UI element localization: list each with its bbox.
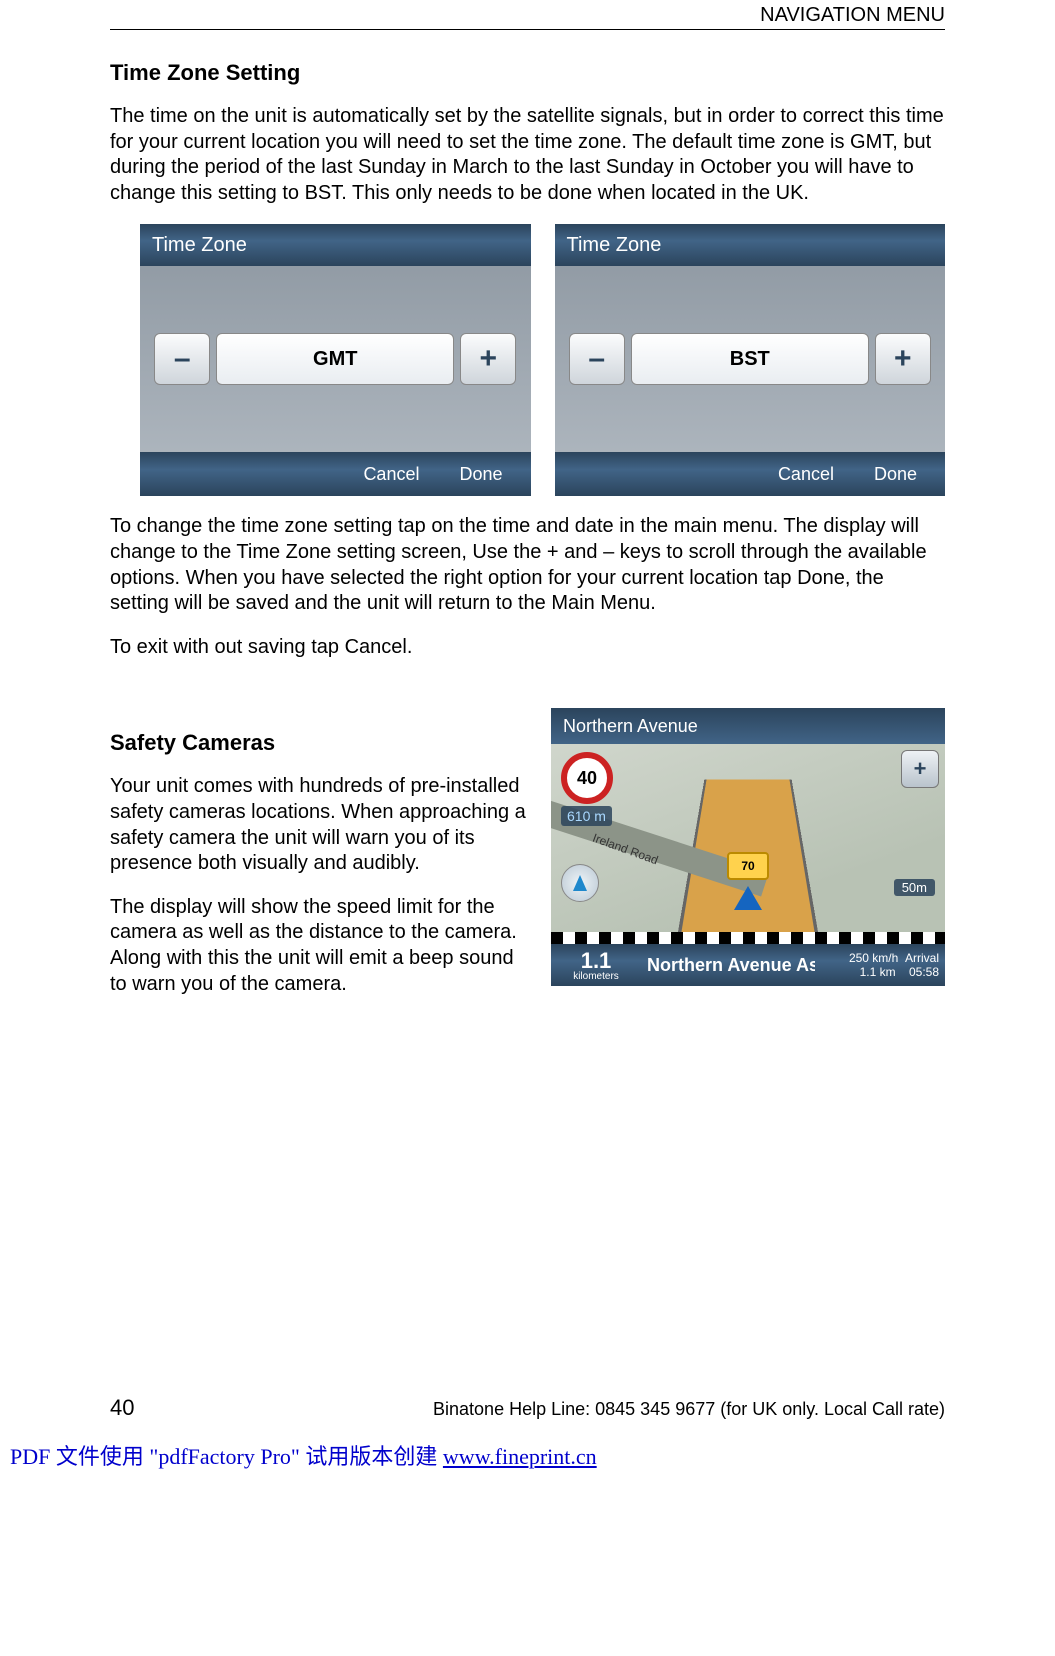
safety-para-1: Your unit comes with hundreds of pre-ins… <box>110 774 533 876</box>
timezone-value: BST <box>631 333 869 385</box>
timezone-para-1: The time on the unit is automatically se… <box>110 104 945 206</box>
zoom-in-button[interactable]: + <box>901 750 939 788</box>
trip-stats: 250 km/h Arrival 1.1 km 05:58 <box>815 951 945 980</box>
minus-button[interactable]: – <box>154 333 210 385</box>
done-button[interactable]: Done <box>874 464 917 485</box>
pdf-watermark: PDF 文件使用 "pdfFactory Pro" 试用版本创建 www.fin… <box>10 1439 945 1471</box>
plus-button[interactable]: + <box>875 333 931 385</box>
nav-map: Ireland Road 40 610 m + 70 50m <box>551 744 945 944</box>
timezone-para-2: To change the time zone setting tap on t… <box>110 514 945 616</box>
pdf-watermark-link[interactable]: www.fineprint.cn <box>443 1444 597 1469</box>
helpline-text: Binatone Help Line: 0845 345 9677 (for U… <box>433 1399 945 1420</box>
plus-button[interactable]: + <box>460 333 516 385</box>
section-title-timezone: Time Zone Setting <box>110 60 945 86</box>
compass-icon[interactable] <box>561 864 599 902</box>
timezone-screenshots: Time Zone – GMT + Cancel Done Time Zone … <box>140 224 945 496</box>
timezone-screen-bst: Time Zone – BST + Cancel Done <box>555 224 946 496</box>
timezone-para-3: To exit with out saving tap Cancel. <box>110 635 945 661</box>
page-footer: 40 Binatone Help Line: 0845 345 9677 (fo… <box>110 1395 945 1421</box>
camera-distance-badge: 610 m <box>561 806 612 826</box>
timezone-value: GMT <box>216 333 454 385</box>
safety-para-2: The display will show the speed limit fo… <box>110 895 533 997</box>
distance-bar <box>551 932 945 944</box>
minus-button[interactable]: – <box>569 333 625 385</box>
done-button[interactable]: Done <box>459 464 502 485</box>
speed-limit-sign: 40 <box>561 752 613 804</box>
scale-bar: 50m <box>894 879 935 896</box>
nav-bottom-bar: 1.1 kilometers Northern Avenue Ash... 25… <box>551 944 945 986</box>
cancel-button[interactable]: Cancel <box>363 464 419 485</box>
tz-header: Time Zone <box>555 224 946 266</box>
tz-header: Time Zone <box>140 224 531 266</box>
current-street: Northern Avenue Ash... <box>641 955 815 976</box>
running-head: NAVIGATION MENU <box>110 0 945 30</box>
camera-marker: 70 <box>727 852 769 880</box>
next-turn-distance: 1.1 kilometers <box>551 949 641 983</box>
cancel-button[interactable]: Cancel <box>778 464 834 485</box>
navigation-screen: Northern Avenue Ireland Road 40 610 m + … <box>551 708 945 986</box>
section-title-safety-cameras: Safety Cameras <box>110 730 533 756</box>
page-number: 40 <box>110 1395 134 1421</box>
nav-top-street: Northern Avenue <box>551 708 945 744</box>
vehicle-cursor-icon <box>734 886 762 910</box>
timezone-screen-gmt: Time Zone – GMT + Cancel Done <box>140 224 531 496</box>
